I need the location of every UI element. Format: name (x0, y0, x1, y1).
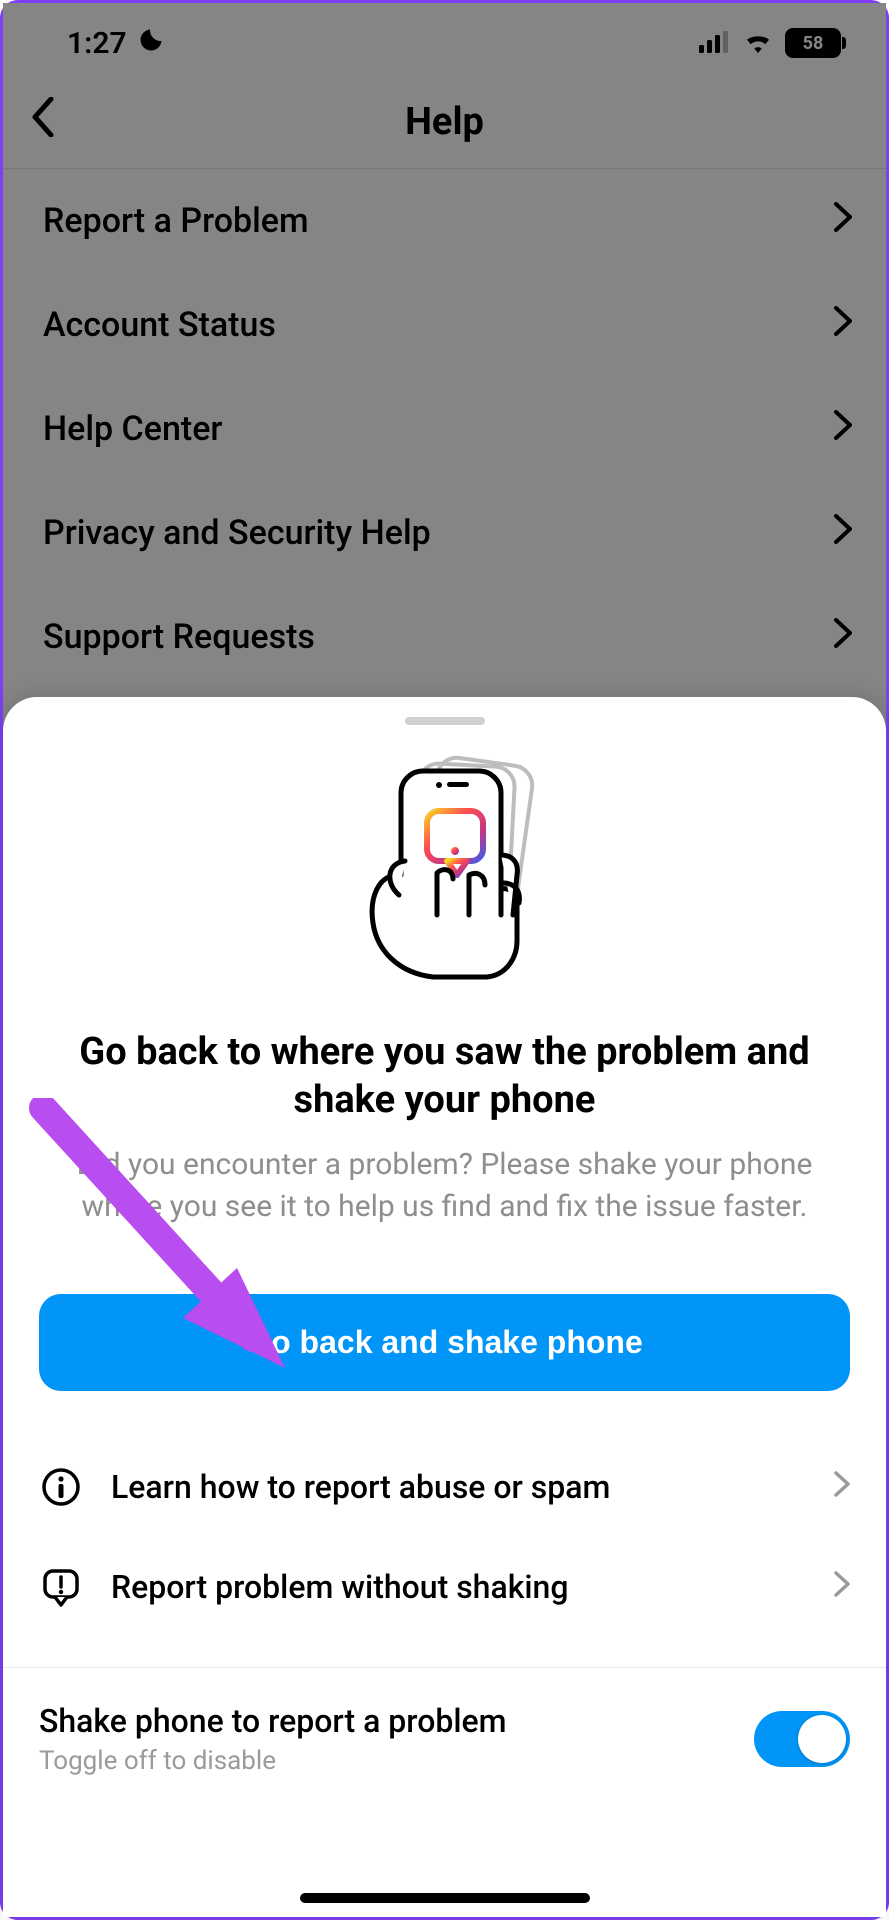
option-label: Learn how to report abuse or spam (111, 1468, 806, 1506)
toggle-knob (798, 1715, 846, 1763)
option-label: Report problem without shaking (111, 1568, 806, 1606)
toggle-title: Shake phone to report a problem (39, 1702, 734, 1740)
go-back-and-shake-button[interactable]: Go back and shake phone (39, 1294, 850, 1391)
option-report-without-shaking[interactable]: Report problem without shaking (39, 1537, 850, 1637)
sheet-subtitle: Did you encounter a problem? Please shak… (3, 1144, 886, 1228)
home-indicator[interactable] (300, 1893, 590, 1903)
chevron-right-icon (834, 1471, 850, 1504)
toggle-hint: Toggle off to disable (39, 1746, 734, 1776)
shake-phone-illustration (3, 755, 886, 985)
report-problem-sheet: Go back to where you saw the problem and… (3, 697, 886, 1917)
sheet-drag-handle[interactable] (405, 717, 485, 725)
shake-toggle-row: Shake phone to report a problem Toggle o… (3, 1668, 886, 1776)
sheet-options: Learn how to report abuse or spam Report… (3, 1437, 886, 1637)
chevron-right-icon (834, 1571, 850, 1604)
option-learn-report-abuse[interactable]: Learn how to report abuse or spam (39, 1437, 850, 1537)
info-icon (39, 1467, 83, 1507)
sheet-title: Go back to where you saw the problem and… (3, 1029, 886, 1124)
shake-toggle-switch[interactable] (754, 1711, 850, 1767)
report-bubble-icon (39, 1567, 83, 1607)
